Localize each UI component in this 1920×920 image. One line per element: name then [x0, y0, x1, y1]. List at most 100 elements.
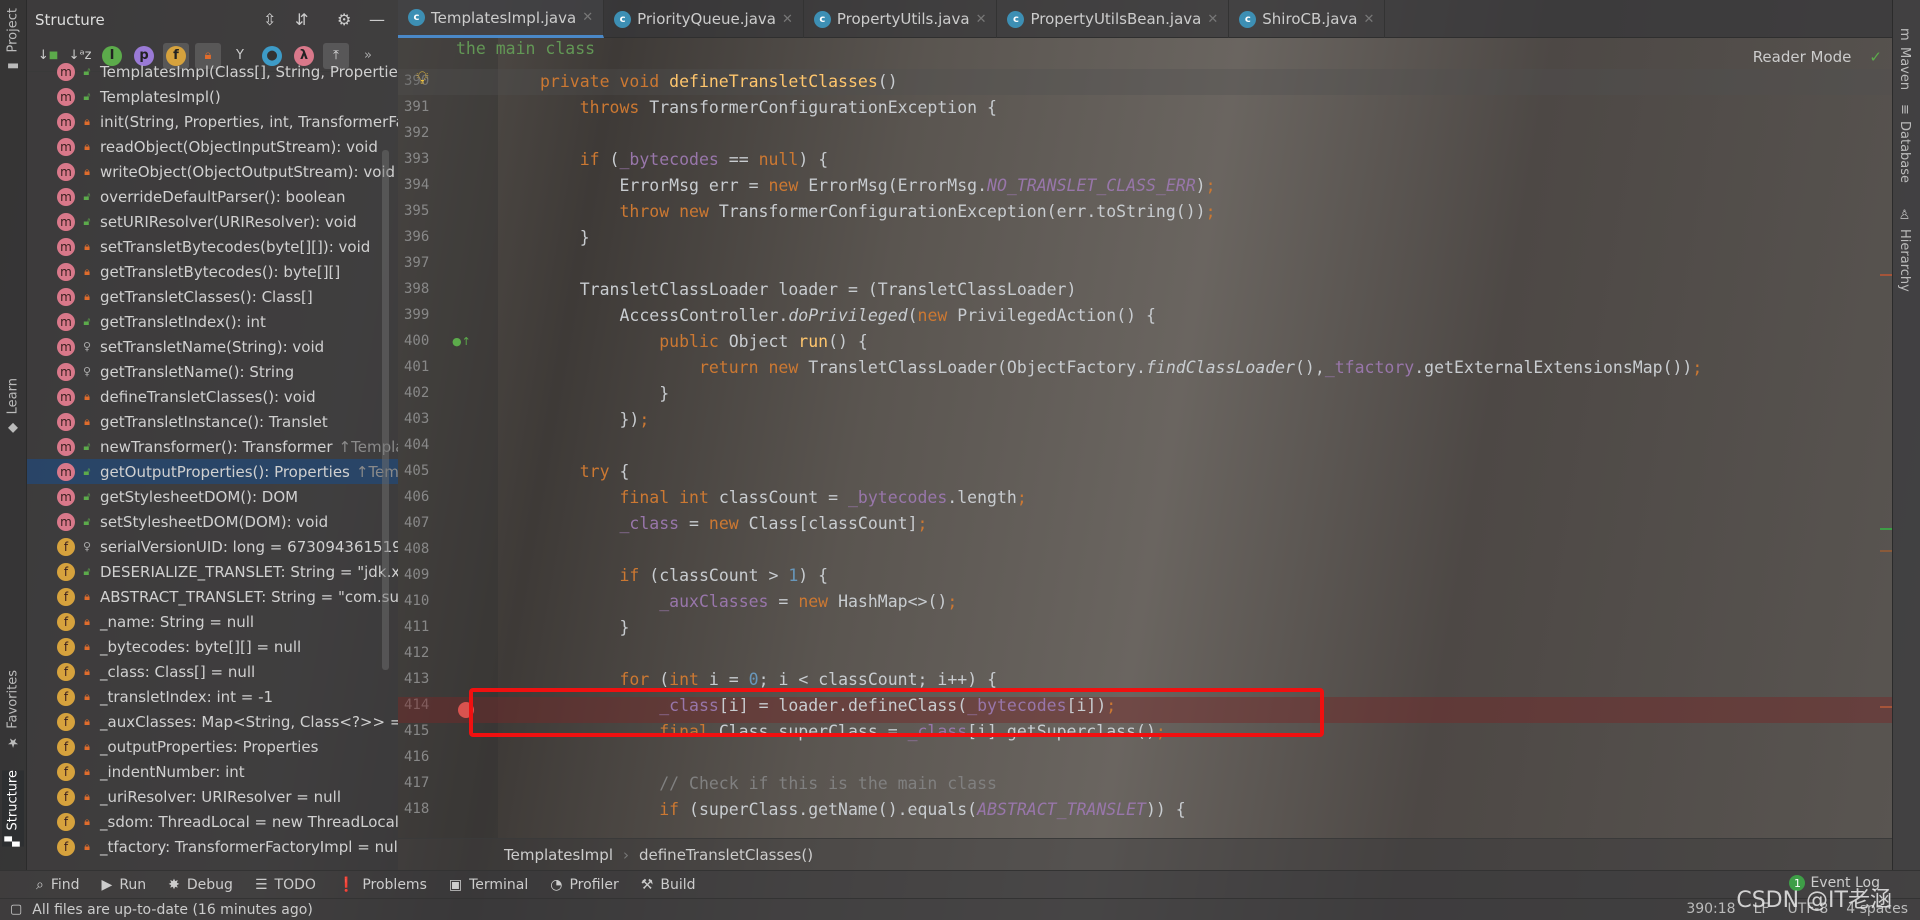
structure-item[interactable]: f 🔒︎ ABSTRACT_TRANSLET: String = "com.sun: [27, 584, 398, 609]
close-icon[interactable]: ✕: [582, 10, 593, 25]
structure-item[interactable]: f 🔒︎ _tfactory: TransformerFactoryImpl = n…: [27, 834, 398, 857]
code-line: });: [540, 407, 649, 433]
structure-item[interactable]: f 🔒︎ _transletIndex: int = -1: [27, 684, 398, 709]
structure-item[interactable]: m ♀ getTransletName(): String: [27, 359, 398, 384]
collapse-all-icon[interactable]: ⇵: [295, 10, 308, 29]
structure-item[interactable]: m 🔒︎ readObject(ObjectInputStream): void: [27, 134, 398, 159]
structure-item[interactable]: f 🔒︎ _class: Class[] = null: [27, 659, 398, 684]
scroll-marker[interactable]: [1880, 528, 1892, 530]
scroll-marker[interactable]: [1880, 706, 1892, 708]
method-icon: m: [57, 287, 75, 306]
tool-window-terminal[interactable]: ▣ Terminal: [449, 877, 528, 893]
public-visibility-icon: 🔓︎: [83, 189, 91, 203]
structure-item[interactable]: f 🔒︎ _sdom: ThreadLocal = new ThreadLocal(…: [27, 809, 398, 834]
structure-item[interactable]: f ♀ serialVersionUID: long = 6730943615192: [27, 534, 398, 559]
lightbulb-icon[interactable]: 💡︎: [416, 68, 429, 89]
close-icon[interactable]: ✕: [1363, 12, 1374, 27]
structure-item[interactable]: f 🔒︎ _name: String = null: [27, 609, 398, 634]
tool-tab-maven[interactable]: m Maven: [1897, 28, 1912, 90]
line-number: 399: [404, 307, 430, 323]
structure-item[interactable]: m 🔒︎ writeObject(ObjectOutputStream): void: [27, 159, 398, 184]
method-icon: m: [57, 237, 75, 256]
structure-item[interactable]: m 🔓︎ newTransformer(): Transformer ↑Templat…: [27, 434, 398, 459]
gear-icon[interactable]: ⚙: [337, 10, 351, 29]
scroll-marker[interactable]: [1880, 274, 1892, 276]
editor-tab[interactable]: c PropertyUtils.java ✕: [804, 0, 998, 38]
minimize-icon[interactable]: —: [369, 10, 385, 29]
editor-tab[interactable]: c ShiroCB.java ✕: [1229, 0, 1386, 38]
code-token: ErrorMsg err =: [540, 176, 769, 195]
code-token: Object: [728, 332, 799, 351]
structure-item[interactable]: m 🔒︎ init(String, Properties, int, Transfo…: [27, 109, 398, 134]
graduation-cap-icon: ◆: [5, 420, 21, 436]
public-visibility-icon: 🔓︎: [83, 64, 91, 78]
private-visibility-icon: 🔒︎: [84, 739, 90, 753]
tool-window-todo[interactable]: ☰ TODO: [255, 877, 316, 893]
structure-scrollbar[interactable]: [382, 150, 389, 670]
code-line: final int classCount = _bytecodes.length…: [540, 485, 1026, 511]
structure-item[interactable]: f 🔒︎ _bytecodes: byte[][] = null: [27, 634, 398, 659]
implements-method-icon[interactable]: ●↑: [452, 335, 471, 348]
tool-tab-structure[interactable]: ▞ Structure: [2, 770, 24, 847]
close-icon[interactable]: ✕: [976, 12, 987, 27]
caret-position[interactable]: 390:18: [1686, 901, 1735, 917]
method-icon: m: [57, 512, 75, 531]
structure-item[interactable]: f 🔒︎ _uriResolver: URIResolver = null: [27, 784, 398, 809]
tool-tab-database[interactable]: ≡ Database: [1897, 104, 1912, 183]
breadcrumb-method[interactable]: defineTransletClasses(): [639, 846, 813, 864]
field-icon: f: [57, 637, 75, 656]
structure-item[interactable]: f 🔒︎ _indentNumber: int: [27, 759, 398, 784]
structure-item[interactable]: m 🔓︎ getStylesheetDOM(): DOM: [27, 484, 398, 509]
tool-tab-project[interactable]: ▬ Project: [2, 8, 24, 73]
tool-window-profiler[interactable]: ◔ Profiler: [550, 877, 619, 893]
method-icon: m: [57, 162, 75, 181]
structure-item[interactable]: m 🔓︎ setURIResolver(URIResolver): void: [27, 209, 398, 234]
left-tool-stripe: ▬ Project ◆ Learn ★ Favorites ▞ Structure: [0, 0, 27, 870]
code-line: private void defineTransletClasses(): [540, 69, 898, 95]
code-token: null: [758, 150, 799, 169]
expand-all-icon[interactable]: ⇳: [263, 10, 276, 29]
method-icon: m: [57, 212, 75, 231]
tool-window-build[interactable]: ⚒ Build: [641, 877, 696, 893]
tool-tab-favorites[interactable]: ★ Favorites: [2, 670, 24, 750]
structure-item[interactable]: m 🔒︎ defineTransletClasses(): void: [27, 384, 398, 409]
structure-item[interactable]: m 🔒︎ getTransletInstance(): Translet: [27, 409, 398, 434]
structure-item[interactable]: m 🔓︎ TemplatesImpl(Class[], String, Proper…: [27, 59, 398, 84]
editor-tab[interactable]: c PropertyUtilsBean.java ✕: [997, 0, 1230, 38]
close-icon[interactable]: ✕: [782, 12, 793, 27]
line-number: 413: [404, 671, 430, 687]
close-icon[interactable]: ✕: [1207, 12, 1218, 27]
tool-window-run[interactable]: ▶ Run: [102, 877, 147, 893]
structure-item[interactable]: m 🔓︎ getOutputProperties(): Properties ↑Tem…: [27, 459, 398, 484]
structure-item[interactable]: m 🔒︎ getTransletClasses(): Class[]: [27, 284, 398, 309]
tool-window-problems[interactable]: ❗ Problems: [338, 877, 427, 893]
structure-item[interactable]: m 🔓︎ setStylesheetDOM(DOM): void: [27, 509, 398, 534]
method-icon: m: [57, 462, 75, 481]
structure-item[interactable]: m ♀ setTransletName(String): void: [27, 334, 398, 359]
line-number: 392: [404, 125, 430, 141]
field-icon: f: [57, 837, 75, 856]
tool-window-find[interactable]: ⌕ Find: [36, 877, 80, 893]
structure-item[interactable]: m 🔓︎ getTransletIndex(): int: [27, 309, 398, 334]
structure-item[interactable]: f 🔒︎ _outputProperties: Properties: [27, 734, 398, 759]
code-line: // Check if this is the main class: [540, 771, 997, 797]
structure-item[interactable]: m 🔒︎ getTransletBytecodes(): byte[][]: [27, 259, 398, 284]
editor-tab[interactable]: c TemplatesImpl.java ✕: [398, 0, 605, 38]
code-token: () {: [828, 332, 868, 351]
structure-item[interactable]: m 🔓︎ TemplatesImpl(): [27, 84, 398, 109]
tool-window-debug[interactable]: ✸ Debug: [168, 877, 233, 893]
reader-mode-button[interactable]: Reader Mode: [1753, 48, 1852, 66]
structure-item[interactable]: f 🔒︎ _auxClasses: Map<String, Class<?>> = …: [27, 709, 398, 734]
java-class-icon: c: [1239, 10, 1257, 28]
tool-tab-hierarchy[interactable]: ♙ Hierarchy: [1897, 208, 1912, 292]
structure-item[interactable]: m 🔒︎ setTransletBytecodes(byte[][]): void: [27, 234, 398, 259]
tool-tab-learn[interactable]: ◆ Learn: [2, 378, 24, 435]
breadcrumb-class[interactable]: TemplatesImpl: [504, 846, 613, 864]
editor-tab[interactable]: c PriorityQueue.java ✕: [604, 0, 804, 38]
status-toggle-icon[interactable]: ▢: [10, 902, 22, 917]
scroll-marker[interactable]: [1880, 550, 1892, 552]
structure-item[interactable]: f 🔓︎ DESERIALIZE_TRANSLET: String = "jdk.x…: [27, 559, 398, 584]
code-token: _bytecodes: [847, 488, 948, 507]
structure-item[interactable]: m 🔓︎ overrideDefaultParser(): boolean: [27, 184, 398, 209]
code-line: return new TransletClassLoader(ObjectFac…: [540, 355, 1702, 381]
